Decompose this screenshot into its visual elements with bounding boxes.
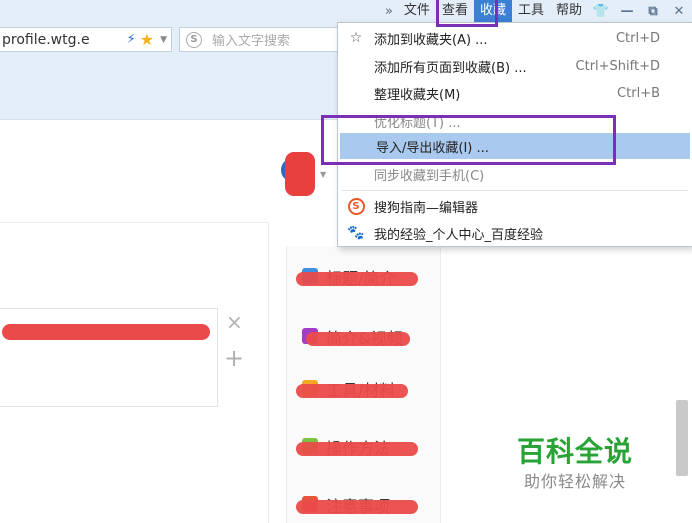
scrollbar-thumb[interactable] — [676, 400, 688, 476]
menu-help[interactable]: 帮助 — [550, 0, 588, 22]
divider — [0, 222, 268, 223]
menu-separator — [342, 190, 688, 191]
search-engine-icon[interactable]: S — [186, 31, 202, 48]
sogou-icon: S — [347, 198, 365, 215]
skin-icon[interactable]: 👕 — [588, 4, 614, 19]
menu-item-label: 添加到收藏夹(A) ... — [374, 32, 488, 48]
menu-item-sogou-guide[interactable]: S 搜狗指南—编辑器 — [338, 193, 692, 219]
sidebar-item-intro[interactable]: 简介&视频 — [296, 328, 421, 348]
annotation-box — [321, 115, 616, 165]
minimize-button[interactable]: — — [614, 4, 640, 19]
chevron-down-icon[interactable]: ▼ — [160, 35, 167, 45]
menu-item-organize-favorites[interactable]: 整理收藏夹(M) Ctrl+B — [338, 80, 692, 106]
redaction-mark — [296, 384, 408, 398]
star-icon[interactable]: ★ — [140, 30, 154, 49]
menu-item-label: 我的经验_个人中心_百度经验 — [374, 227, 544, 243]
menu-item-shortcut: Ctrl+Shift+D — [575, 58, 660, 74]
address-bar[interactable]: profile.wtg.e ⚡ ★ ▼ — [0, 27, 172, 52]
menu-item-add-favorite[interactable]: ☆ 添加到收藏夹(A) ... Ctrl+D — [338, 25, 692, 51]
add-icon[interactable]: + — [224, 344, 244, 372]
sidebar-item-tools[interactable]: 工具/材料 — [296, 380, 421, 400]
menu-tools[interactable]: 工具 — [512, 0, 550, 22]
divider — [268, 222, 269, 523]
menu-item-label: 搜狗指南—编辑器 — [374, 200, 479, 216]
chevron-down-icon[interactable]: ▼ — [320, 170, 326, 179]
redaction-mark — [285, 152, 315, 196]
baidu-paw-icon: 🐾 — [347, 225, 365, 241]
redaction-mark — [296, 442, 418, 456]
watermark-title: 百科全说 — [517, 435, 634, 468]
address-url[interactable]: profile.wtg.e — [2, 32, 123, 48]
redaction-mark — [296, 500, 418, 514]
menu-item-label: 整理收藏夹(M) — [374, 87, 461, 103]
menu-bar: » 文件 查看 收藏 工具 帮助 👕 — ⧉ ✕ — [380, 0, 692, 22]
menu-item-shortcut: Ctrl+D — [615, 30, 660, 46]
redaction-mark — [306, 332, 410, 346]
close-icon[interactable]: × — [226, 310, 243, 334]
star-outline-icon: ☆ — [349, 30, 363, 46]
search-placeholder[interactable]: 输入文字搜索 — [212, 30, 290, 49]
annotation-box — [436, 0, 498, 27]
redaction-mark — [2, 324, 210, 340]
bolt-icon[interactable]: ⚡ — [127, 32, 136, 47]
menu-item-shortcut: Ctrl+B — [617, 85, 660, 101]
sidebar-item-title[interactable]: 标题/简介 — [296, 268, 421, 288]
search-box[interactable]: S 输入文字搜索 — [179, 27, 339, 52]
redaction-mark — [296, 272, 418, 286]
sidebar-item-notes[interactable]: 注意事项 — [296, 496, 421, 516]
chevron-more-icon[interactable]: » — [380, 4, 398, 19]
watermark-subtitle: 助你轻松解决 — [524, 472, 627, 491]
sidebar-item-steps[interactable]: 操作方法 — [296, 438, 421, 458]
menu-item-label: 同步收藏到手机(C) — [374, 168, 485, 184]
restore-button[interactable]: ⧉ — [640, 4, 666, 19]
close-button[interactable]: ✕ — [666, 4, 692, 19]
menu-file[interactable]: 文件 — [398, 0, 436, 22]
menu-item-add-all-pages[interactable]: 添加所有页面到收藏(B) ... Ctrl+Shift+D — [338, 53, 692, 79]
menu-item-baidu-experience[interactable]: 🐾 我的经验_个人中心_百度经验 — [338, 220, 692, 246]
step-input-box[interactable] — [0, 308, 218, 407]
menu-item-label: 添加所有页面到收藏(B) ... — [374, 60, 527, 76]
